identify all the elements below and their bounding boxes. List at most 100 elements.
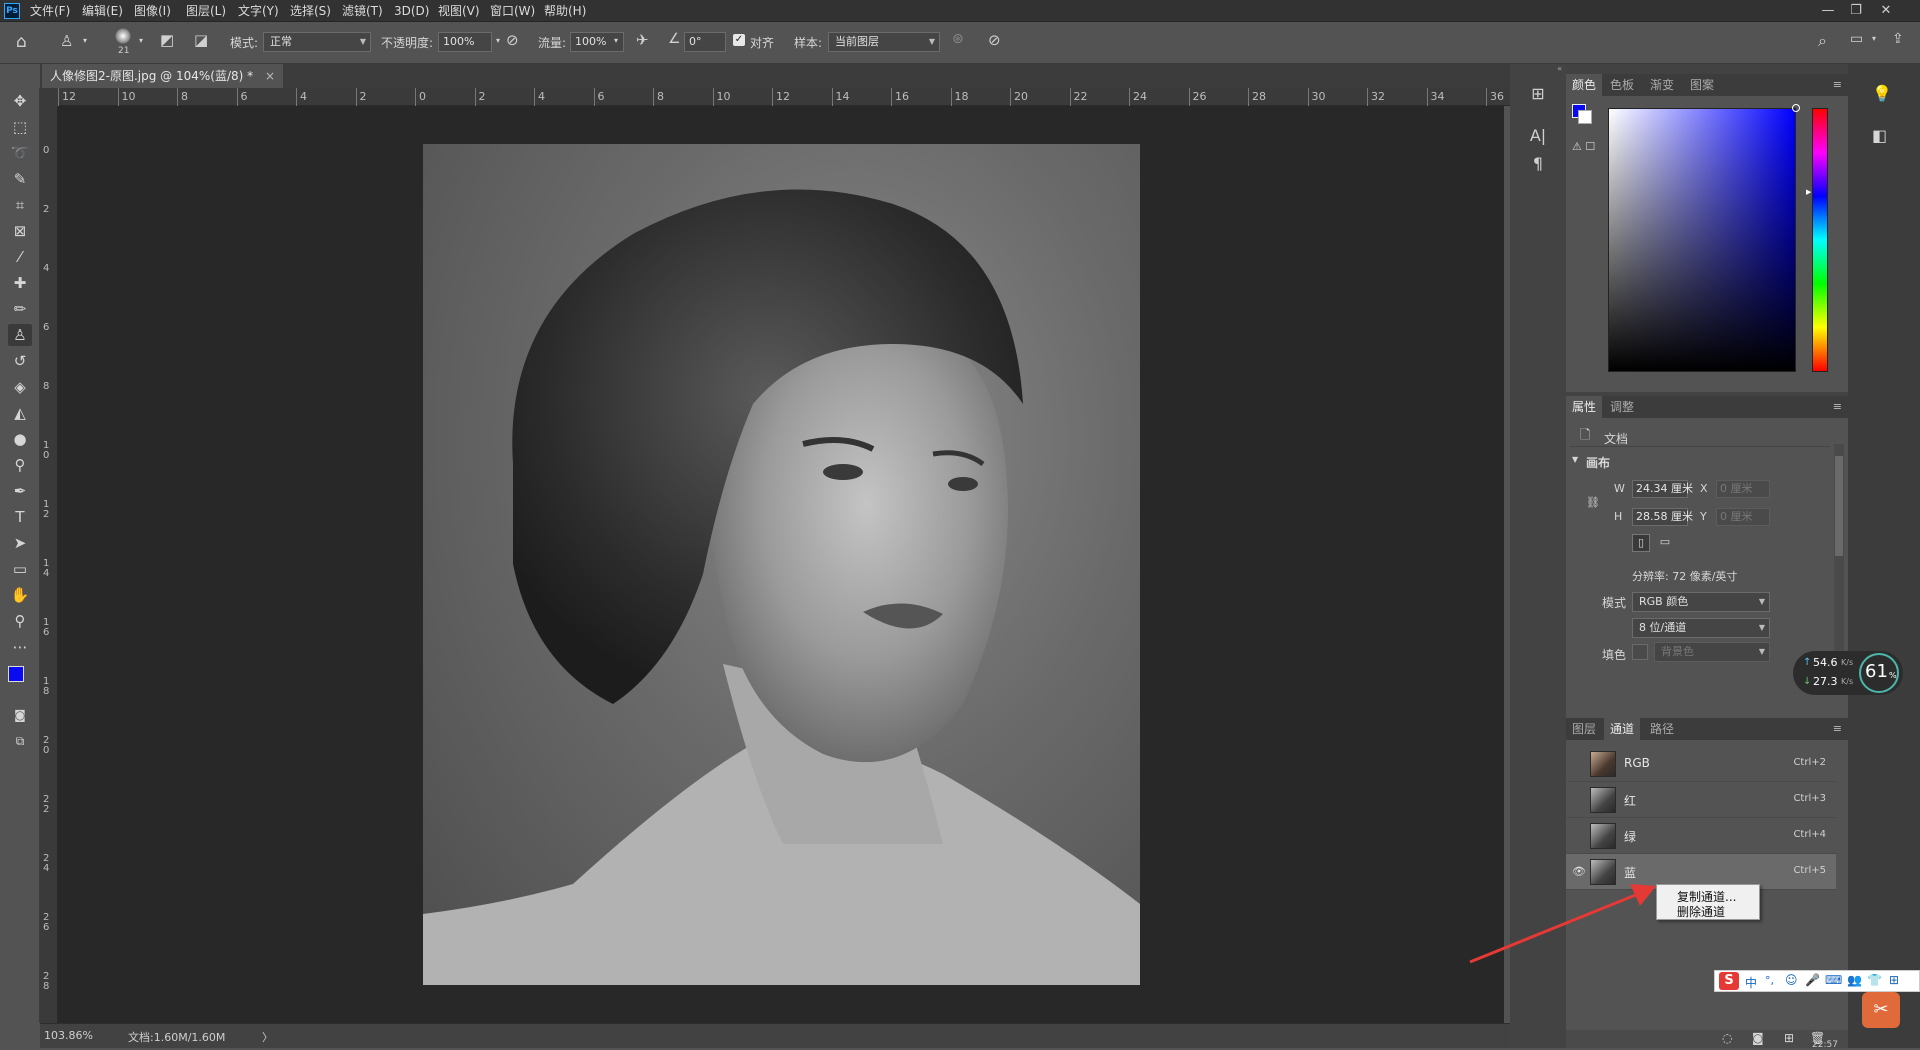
- microphone-icon[interactable]: 🎤: [1805, 973, 1820, 987]
- blur-tool-icon[interactable]: ●: [8, 428, 32, 450]
- pen-tool-icon[interactable]: ✒: [8, 480, 32, 502]
- fill-select[interactable]: 背景色 ▼: [1654, 642, 1770, 662]
- history-brush-tool-icon[interactable]: ↺: [8, 350, 32, 372]
- tab-properties[interactable]: 属性: [1566, 396, 1603, 418]
- path-select-tool-icon[interactable]: ➤: [8, 532, 32, 554]
- channel-row-rgb[interactable]: RGB Ctrl+2: [1566, 746, 1836, 782]
- menu-item-delete-channel[interactable]: 删除通道: [1677, 903, 1725, 920]
- rectangle-tool-icon[interactable]: ▭: [8, 558, 32, 580]
- angle-input[interactable]: 0°: [684, 32, 726, 52]
- fill-swatch[interactable]: [1632, 644, 1648, 660]
- tab-gradients[interactable]: 渐变: [1644, 74, 1680, 96]
- load-selection-icon[interactable]: ◌: [1722, 1031, 1732, 1045]
- more-tools-icon[interactable]: ⋯: [8, 636, 32, 658]
- portrait-photo[interactable]: [423, 144, 1140, 985]
- keyboard-icon[interactable]: ⌨: [1825, 973, 1842, 987]
- close-button[interactable]: ✕: [1872, 0, 1900, 22]
- aligned-checkbox[interactable]: ✓: [733, 34, 745, 46]
- properties-scroll-thumb[interactable]: [1835, 456, 1843, 556]
- paragraph-panel-icon[interactable]: ¶: [1518, 154, 1558, 173]
- opacity-input[interactable]: 100%: [438, 32, 492, 52]
- panel-menu-icon[interactable]: ≡: [1833, 400, 1842, 413]
- network-speed-widget[interactable]: ↑ 54.6 K/s ↓ 27.3 K/s 61 %: [1793, 651, 1903, 695]
- menu-filter[interactable]: 滤镜(T): [342, 0, 383, 22]
- libraries-icon[interactable]: ◧: [1872, 126, 1887, 145]
- channel-row-red[interactable]: 红 Ctrl+3: [1566, 782, 1836, 818]
- search-icon[interactable]: ⌕: [1818, 31, 1827, 51]
- panel-menu-icon[interactable]: ≡: [1833, 722, 1842, 735]
- chevron-down-icon[interactable]: ▾: [83, 36, 87, 45]
- capture-app-icon[interactable]: ✂: [1862, 992, 1900, 1028]
- type-tool-icon[interactable]: T: [8, 506, 32, 528]
- ruler-top[interactable]: 12 10 8 6 4 2 0 2 4 6 8 10 12 14 16 18 20 22 24 26 28 30 32 34 3…: [58, 88, 1510, 106]
- color-mode-select[interactable]: RGB 颜色 ▼: [1632, 592, 1770, 612]
- tab-patterns[interactable]: 图案: [1684, 74, 1720, 96]
- brush-chevron-icon[interactable]: ▾: [139, 36, 143, 45]
- width-field[interactable]: 24.34 厘米: [1632, 480, 1693, 498]
- tab-paths[interactable]: 路径: [1644, 718, 1680, 740]
- zoom-tool-icon[interactable]: ⚲: [8, 610, 32, 632]
- lasso-tool-icon[interactable]: ➰: [8, 142, 32, 164]
- hue-slider-handle-icon[interactable]: ▶: [1806, 188, 1811, 196]
- character-panel-icon[interactable]: A|: [1518, 126, 1558, 145]
- clone-stamp-tool-icon[interactable]: ♙: [8, 324, 32, 346]
- eye-icon[interactable]: 👁: [1572, 865, 1586, 878]
- bit-depth-select[interactable]: 8 位/通道 ▼: [1632, 618, 1770, 638]
- brush-tool-icon[interactable]: ✏: [8, 298, 32, 320]
- learn-icon[interactable]: 💡: [1872, 84, 1892, 103]
- marquee-tool-icon[interactable]: ⬚: [8, 116, 32, 138]
- punctuation-icon[interactable]: °,: [1765, 974, 1774, 987]
- menu-select[interactable]: 选择(S): [290, 0, 331, 22]
- landscape-orientation-icon[interactable]: ▭: [1656, 534, 1674, 552]
- frame-tool-icon[interactable]: ⊠: [8, 220, 32, 242]
- history-panel-icon[interactable]: ⊞: [1518, 84, 1558, 103]
- sample-select[interactable]: 当前图层 ▼: [828, 32, 940, 52]
- channel-row-green[interactable]: 绿 Ctrl+4: [1566, 818, 1836, 854]
- brush-preview-icon[interactable]: [115, 28, 131, 44]
- paint-bucket-tool-icon[interactable]: ◭: [8, 402, 32, 424]
- zoom-level[interactable]: 103.86%: [44, 1029, 93, 1042]
- save-selection-icon[interactable]: ◙: [1752, 1031, 1764, 1045]
- healing-brush-tool-icon[interactable]: ✚: [8, 272, 32, 294]
- eyedropper-tool-icon[interactable]: ⁄: [8, 246, 32, 268]
- minimize-button[interactable]: —: [1814, 0, 1842, 22]
- restore-button[interactable]: ❐: [1842, 0, 1870, 22]
- height-field[interactable]: 28.58 厘米: [1632, 508, 1693, 526]
- menu-edit[interactable]: 编辑(E): [82, 0, 123, 22]
- visibility-toggle-icon[interactable]: [1572, 793, 1584, 805]
- move-tool-icon[interactable]: ✥: [8, 90, 32, 112]
- sogou-logo[interactable]: S: [1719, 972, 1739, 990]
- tab-close-icon[interactable]: ×: [265, 69, 275, 83]
- link-icon[interactable]: ⛓: [1586, 496, 1600, 509]
- menu-layer[interactable]: 图层(L): [186, 0, 226, 22]
- visibility-toggle-icon[interactable]: [1572, 829, 1584, 841]
- menu-file[interactable]: 文件(F): [30, 0, 70, 22]
- menu-3d[interactable]: 3D(D): [394, 0, 429, 22]
- user-icon[interactable]: 👥: [1847, 973, 1862, 987]
- menu-window[interactable]: 窗口(W): [490, 0, 535, 22]
- hand-tool-icon[interactable]: ✋: [8, 584, 32, 606]
- section-chevron-icon[interactable]: ▼: [1572, 455, 1578, 464]
- panel-background-swatch[interactable]: [1578, 110, 1592, 124]
- menu-help[interactable]: 帮助(H): [544, 0, 586, 22]
- document-tab[interactable]: 人像修图2-原图.jpg @ 104%(蓝/8) * ×: [42, 64, 284, 88]
- airbrush-icon[interactable]: ✈: [636, 31, 649, 49]
- pressure-size-icon[interactable]: ⊘: [988, 31, 1001, 49]
- portrait-orientation-icon[interactable]: ▯: [1632, 534, 1650, 552]
- opacity-chevron-icon[interactable]: ▾: [496, 36, 500, 45]
- eraser-tool-icon[interactable]: ◈: [8, 376, 32, 398]
- skin-icon[interactable]: 👕: [1867, 973, 1882, 987]
- hue-slider[interactable]: [1812, 108, 1828, 372]
- share-icon[interactable]: ⇪: [1892, 31, 1904, 47]
- x-field[interactable]: 0 厘米: [1716, 480, 1770, 498]
- pressure-opacity-icon[interactable]: ⊘: [506, 31, 519, 49]
- clone-source-icon[interactable]: ◪: [194, 31, 208, 49]
- tab-adjustments[interactable]: 调整: [1604, 396, 1640, 418]
- brush-settings-icon[interactable]: ◩: [160, 31, 174, 49]
- home-icon[interactable]: ⌂: [16, 32, 27, 52]
- status-arrow-icon[interactable]: 〉: [262, 1029, 273, 1045]
- emoji-icon[interactable]: ☺: [1785, 973, 1798, 987]
- tab-channels[interactable]: 通道: [1604, 718, 1641, 740]
- clone-stamp-tool-preset-icon[interactable]: ♙: [60, 32, 73, 50]
- menu-image[interactable]: 图像(I): [134, 0, 171, 22]
